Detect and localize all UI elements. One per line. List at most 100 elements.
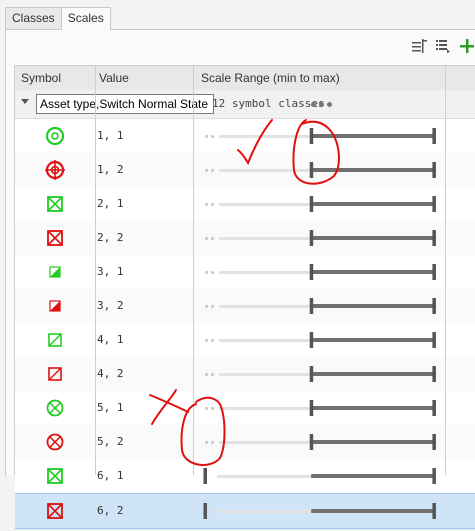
scale-range-slider[interactable] — [203, 119, 443, 153]
symbol-cell[interactable] — [15, 323, 95, 357]
scale-range-slider[interactable] — [203, 255, 443, 289]
scale-range-slider[interactable] — [203, 323, 443, 357]
list-options-icon[interactable] — [434, 37, 452, 55]
min-handle — [309, 400, 314, 416]
max-handle — [432, 332, 436, 348]
tab-scales[interactable]: Scales — [60, 7, 111, 30]
table-row[interactable]: 2, 2 — [15, 221, 475, 256]
max-handle — [432, 264, 436, 280]
range-track[interactable] — [203, 221, 443, 255]
range-track[interactable] — [203, 494, 443, 528]
table-row[interactable]: 2, 1 — [15, 187, 475, 222]
half-triangle-green-icon — [49, 266, 61, 278]
column-header-symbol[interactable]: Symbol — [21, 66, 61, 90]
symbol-cell[interactable] — [15, 357, 95, 391]
range-track[interactable] — [203, 255, 443, 289]
scale-range-slider[interactable] — [203, 221, 443, 255]
max-handle — [432, 162, 436, 178]
symbol-cell[interactable] — [15, 494, 95, 528]
value-cell: 5, 1 — [97, 401, 124, 414]
min-handle — [309, 434, 314, 450]
table-row[interactable]: 5, 2 — [15, 425, 475, 460]
table-row[interactable]: 6, 2 — [15, 493, 475, 529]
scale-range-slider[interactable] — [203, 153, 443, 187]
range-track[interactable] — [203, 357, 443, 391]
column-header-value[interactable]: Value — [99, 66, 129, 90]
box-slash-green-icon — [48, 333, 62, 347]
symbol-cell[interactable] — [15, 289, 95, 323]
column-divider — [193, 65, 194, 475]
max-handle — [432, 434, 436, 450]
circle-x-green-icon — [46, 399, 64, 417]
tab-classes[interactable]: Classes — [5, 7, 62, 29]
symbol-cell[interactable] — [15, 153, 95, 187]
symbol-cell[interactable] — [15, 391, 95, 425]
table-row[interactable]: 1, 2 — [15, 153, 475, 188]
scale-range-slider[interactable] — [203, 494, 443, 528]
toolbar — [410, 36, 475, 56]
scale-range-slider[interactable] — [203, 289, 443, 323]
max-handle — [432, 366, 436, 382]
add-range-icon[interactable] — [410, 37, 428, 55]
column-divider — [445, 65, 446, 475]
max-handle — [432, 196, 436, 212]
group-class-count: 12 symbol classes — [212, 97, 325, 110]
range-track[interactable] — [203, 425, 443, 459]
circle-crosshair-red-icon — [45, 160, 65, 180]
table-row[interactable]: 6, 1 — [15, 459, 475, 494]
value-cell: 3, 1 — [97, 265, 124, 278]
range-track[interactable] — [203, 289, 443, 323]
value-cell: 2, 1 — [97, 197, 124, 210]
max-handle — [432, 298, 436, 314]
more-options-icon[interactable] — [311, 102, 332, 107]
symbol-cell[interactable] — [15, 119, 95, 153]
symbol-cell[interactable] — [15, 221, 95, 255]
symbol-cell[interactable] — [15, 255, 95, 289]
range-track[interactable] — [203, 459, 443, 493]
value-cell: 6, 2 — [97, 504, 124, 517]
table-row[interactable]: 1, 1 — [15, 119, 475, 154]
group-field-input[interactable]: Asset type,Switch Normal State — [36, 94, 214, 114]
min-handle — [203, 468, 207, 484]
max-handle — [432, 468, 436, 484]
min-handle — [309, 366, 314, 382]
collapse-caret-icon[interactable] — [21, 99, 29, 104]
min-handle — [309, 332, 314, 348]
min-handle — [309, 298, 314, 314]
min-handle — [309, 230, 314, 246]
symbol-cell[interactable] — [15, 187, 95, 221]
circle-x-red-icon — [46, 433, 64, 451]
table-row[interactable]: 3, 2 — [15, 289, 475, 324]
box-x-red-icon — [47, 503, 63, 519]
scale-range-slider[interactable] — [203, 391, 443, 425]
add-icon[interactable] — [458, 37, 475, 55]
value-cell: 5, 2 — [97, 435, 124, 448]
group-row: Asset type,Switch Normal State 12 symbol… — [15, 90, 475, 119]
range-track[interactable] — [203, 391, 443, 425]
column-header-scale-range[interactable]: Scale Range (min to max) — [201, 66, 340, 90]
table-row[interactable]: 4, 2 — [15, 357, 475, 392]
range-track[interactable] — [203, 187, 443, 221]
table-row[interactable]: 4, 1 — [15, 323, 475, 358]
max-handle — [432, 128, 436, 144]
table-row[interactable]: 5, 1 — [15, 391, 475, 426]
grid-header: Symbol Value Scale Range (min to max) — [15, 65, 475, 91]
value-cell: 2, 2 — [97, 231, 124, 244]
box-x-red-icon — [47, 230, 63, 246]
scale-range-slider[interactable] — [203, 459, 443, 493]
half-triangle-red-icon — [49, 300, 61, 312]
min-handle — [309, 162, 314, 178]
scale-range-slider[interactable] — [203, 187, 443, 221]
range-track[interactable] — [203, 153, 443, 187]
range-track[interactable] — [203, 323, 443, 357]
symbol-cell[interactable] — [15, 425, 95, 459]
value-cell: 1, 2 — [97, 163, 124, 176]
scale-range-slider[interactable] — [203, 357, 443, 391]
value-cell: 4, 2 — [97, 367, 124, 380]
max-handle — [432, 400, 436, 416]
scale-range-slider[interactable] — [203, 425, 443, 459]
symbol-cell[interactable] — [15, 459, 95, 493]
table-row[interactable]: 3, 1 — [15, 255, 475, 290]
box-x-green-icon — [47, 468, 63, 484]
range-track[interactable] — [203, 119, 443, 153]
